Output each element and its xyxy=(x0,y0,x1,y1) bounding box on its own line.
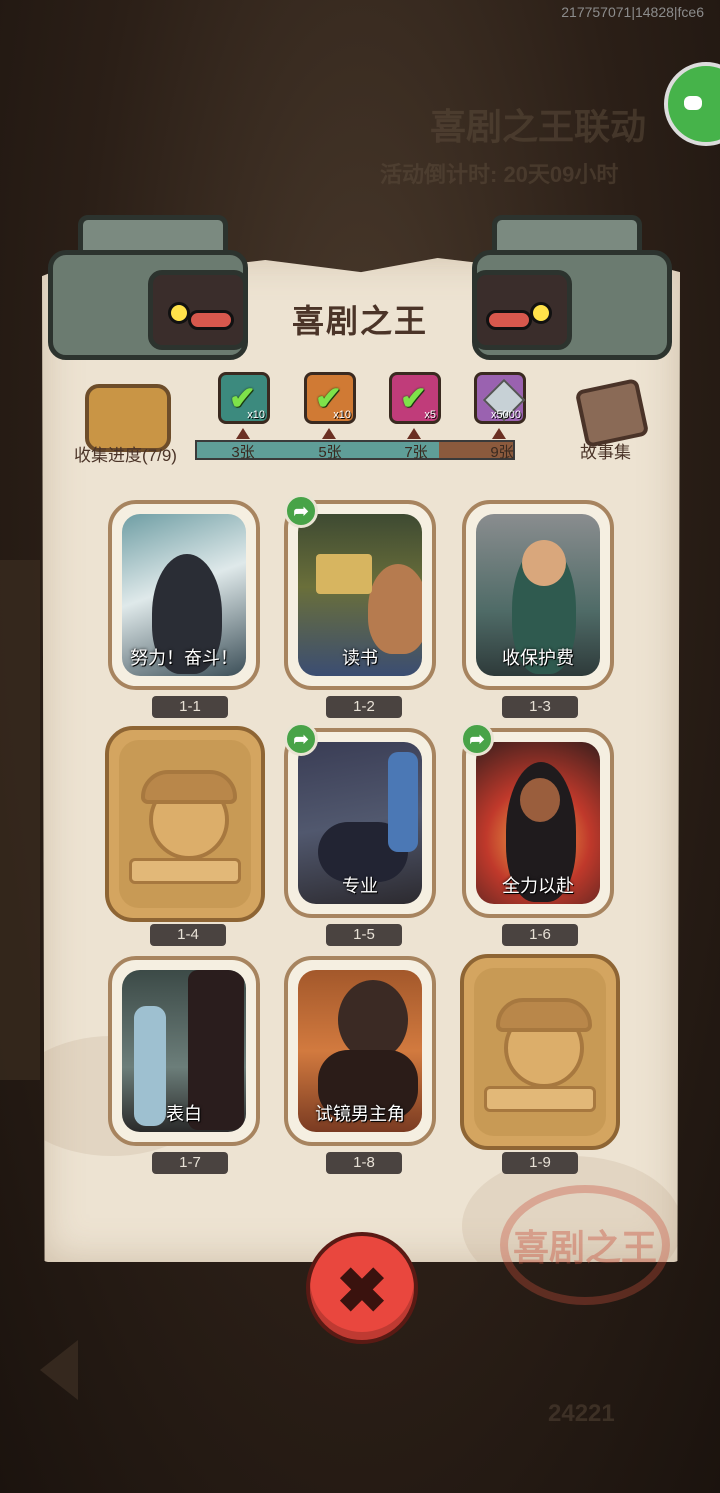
card-title: 全力以赴 xyxy=(502,876,574,896)
reward-orange-chest[interactable]: ✔ x10 xyxy=(304,372,356,424)
card-1-2[interactable]: 读书 xyxy=(284,500,436,690)
device-id-label: 217757071|14828|fce6 xyxy=(561,4,704,20)
milestone-marker-icon xyxy=(236,428,250,439)
card-title: 努力！奋斗！ xyxy=(130,648,238,668)
share-icon[interactable]: ➦ xyxy=(460,722,494,756)
card-number: 1-5 xyxy=(326,924,402,946)
card-number: 1-7 xyxy=(152,1152,228,1174)
background-scroll-edge xyxy=(0,560,40,1080)
milestone-marker-icon xyxy=(322,428,336,439)
reward-qty: x5 xyxy=(424,409,436,421)
milestone-label: 3张 xyxy=(231,444,255,461)
card-1-4-locked[interactable] xyxy=(105,726,265,922)
seal-stamp: 喜剧之王 xyxy=(500,1185,670,1305)
reward-green-chest[interactable]: ✔ x10 xyxy=(218,372,270,424)
reward-orb[interactable]: ✔ x5 xyxy=(389,372,441,424)
card-1-8[interactable]: 试镜男主角 xyxy=(284,956,436,1146)
check-icon: ✔ xyxy=(400,380,427,416)
card-number: 1-2 xyxy=(326,696,402,718)
card-number: 1-1 xyxy=(152,696,228,718)
close-icon: ✖ xyxy=(336,1257,388,1326)
milestone-label: 7张 xyxy=(404,444,428,461)
card-1-3[interactable]: 收保护费 xyxy=(462,500,614,690)
reward-gem[interactable]: x5000 xyxy=(474,372,526,424)
card-title: 试镜男主角 xyxy=(315,1104,405,1124)
story-collection-label[interactable]: 故事集 xyxy=(580,438,631,463)
milestone-label: 9张 xyxy=(490,444,514,461)
card-1-6[interactable]: 全力以赴 xyxy=(462,728,614,918)
share-icon[interactable]: ➦ xyxy=(284,722,318,756)
background-currency-count: 24221 xyxy=(548,1400,615,1427)
reward-qty: x10 xyxy=(247,409,265,421)
close-button[interactable]: ✖ xyxy=(306,1232,418,1344)
card-number: 1-8 xyxy=(326,1152,402,1174)
milestone-label: 5张 xyxy=(318,444,342,461)
panel-title: 喜剧之王 xyxy=(291,303,428,339)
reward-qty: x10 xyxy=(333,409,351,421)
card-title: 读书 xyxy=(342,648,378,668)
milestone-marker-icon xyxy=(407,428,421,439)
background-event-title: 喜剧之王联动 xyxy=(430,106,647,147)
card-title: 专业 xyxy=(342,876,378,896)
card-1-1[interactable]: 努力！奋斗！ xyxy=(108,500,260,690)
card-number: 1-6 xyxy=(502,924,578,946)
card-title: 表白 xyxy=(166,1104,202,1124)
locked-card-art xyxy=(119,740,251,908)
card-1-5[interactable]: 专业 xyxy=(284,728,436,918)
background-back-arrow-icon xyxy=(40,1340,78,1400)
reward-qty: x5000 xyxy=(491,409,521,421)
card-number: 1-4 xyxy=(150,924,226,946)
card-number: 1-3 xyxy=(502,696,578,718)
milestone-marker-icon xyxy=(492,428,506,439)
card-1-7[interactable]: 表白 xyxy=(108,956,260,1146)
background-countdown: 活动倒计时: 20天09小时 xyxy=(380,162,619,187)
card-1-9-locked[interactable] xyxy=(460,954,620,1150)
share-icon[interactable]: ➦ xyxy=(284,494,318,528)
card-title: 收保护费 xyxy=(502,648,574,668)
collection-progress-label: 收集进度(7/9) xyxy=(74,446,177,465)
card-number: 1-9 xyxy=(502,1152,578,1174)
locked-card-art xyxy=(474,968,606,1136)
